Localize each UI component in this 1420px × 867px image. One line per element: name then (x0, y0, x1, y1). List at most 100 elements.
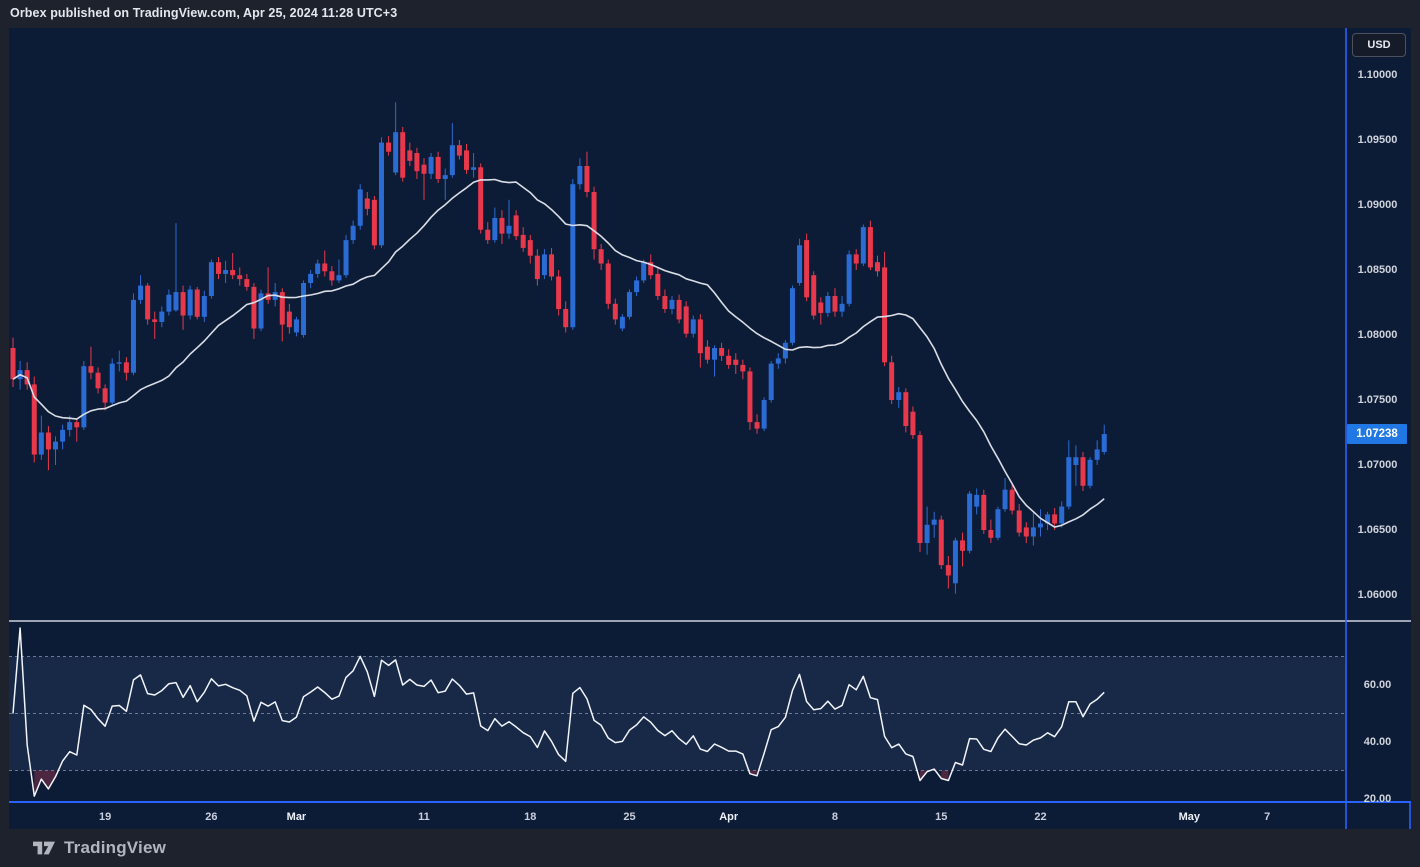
price-tick-label: 1.09500 (1357, 134, 1398, 146)
candle-body (726, 355, 732, 365)
candle-body (123, 362, 129, 373)
candle-body (860, 227, 866, 264)
candle-body (520, 234, 526, 248)
candle-body (1037, 523, 1043, 528)
candle-body (244, 279, 250, 287)
candle-body (407, 150, 413, 161)
candle-body (492, 218, 498, 241)
candle-body (584, 166, 590, 192)
time-month-label: Apr (719, 811, 739, 823)
price-tick-label: 1.08500 (1357, 264, 1398, 276)
candle-body (1023, 527, 1029, 537)
time-day-label: 22 (1034, 811, 1047, 823)
candle-body (1052, 514, 1058, 524)
candle-body (187, 289, 193, 316)
last-price-badge: 1.07238 (1347, 424, 1407, 445)
candle-body (499, 218, 505, 234)
rsi-tick-label: 20.00 (1363, 793, 1392, 805)
candle-body (754, 422, 760, 429)
candle-body (145, 285, 151, 320)
candle-body (563, 309, 569, 328)
candle-body (924, 524, 930, 543)
candle-body (641, 262, 647, 281)
candle-body (449, 145, 455, 176)
candle-body (1080, 457, 1086, 486)
candle-body (541, 254, 547, 276)
candle-body (152, 319, 158, 322)
candle-body (619, 316, 625, 329)
candle-body (513, 215, 519, 237)
candle-body (301, 283, 307, 335)
candle-body (825, 296, 831, 313)
candle-body (789, 288, 795, 343)
candle-body (1030, 527, 1036, 537)
candle-body (938, 519, 944, 566)
time-day-label: 25 (623, 811, 636, 823)
candle-body (208, 262, 214, 296)
candle-body (804, 240, 810, 298)
candle-body (442, 175, 448, 179)
rsi-tick-label: 40.00 (1363, 736, 1392, 748)
candle-body (201, 296, 207, 317)
candle-body (719, 348, 725, 356)
currency-toggle-button[interactable]: USD (1352, 33, 1406, 57)
candle-body (293, 319, 299, 333)
candle-body (67, 422, 73, 430)
candle-body (655, 273, 661, 296)
candle-body (889, 362, 895, 400)
candle-body (428, 156, 434, 174)
candle-body (570, 184, 576, 328)
candle-body (669, 299, 675, 309)
candle-body (995, 509, 1001, 538)
candle-body (952, 540, 958, 584)
candle-body (251, 286, 257, 329)
candle-body (634, 280, 640, 293)
candle-body (421, 164, 427, 174)
candle-body (60, 429, 66, 442)
candle-body (846, 254, 852, 304)
candle-body (967, 493, 973, 551)
candle-body (797, 245, 803, 283)
candle-body (690, 319, 696, 334)
candle-body (336, 275, 342, 281)
candle-body (853, 254, 859, 264)
candle-body (775, 358, 781, 364)
tradingview-branding[interactable]: TradingView (33, 838, 166, 858)
candle-body (350, 225, 356, 241)
candle-body (478, 167, 484, 230)
candle-body (612, 303, 618, 320)
candle-body (945, 565, 951, 576)
candle-body (761, 400, 767, 429)
rsi-tick-label: 60.00 (1363, 679, 1392, 691)
candle-body (130, 299, 136, 373)
candle-body (506, 225, 512, 234)
price-tick-label: 1.06500 (1357, 524, 1398, 536)
candle-body (988, 530, 994, 538)
candle-body (456, 145, 462, 156)
candle-body (1073, 457, 1079, 465)
price-tick-label: 1.07500 (1357, 394, 1398, 406)
candle-body (747, 371, 753, 423)
tradingview-brand-label: TradingView (64, 838, 167, 857)
candle-body (591, 192, 597, 250)
candle-body (322, 263, 328, 272)
chart-window: Orbex published on TradingView.com, Apr … (0, 0, 1420, 867)
time-day-label: 15 (935, 811, 948, 823)
candle-body (74, 422, 80, 428)
candle-body (662, 296, 668, 309)
candle-body (159, 311, 165, 322)
sma-line (12, 178, 1105, 528)
candle-body (974, 494, 980, 507)
candle-body (867, 227, 873, 268)
time-day-label: 26 (205, 811, 218, 823)
candle-body (393, 132, 399, 173)
candle-body (194, 289, 200, 317)
candle-body (435, 156, 441, 179)
candle-body (329, 271, 335, 281)
candle-body (357, 189, 363, 226)
price-tick-label: 1.09000 (1357, 199, 1398, 211)
candle-body (683, 306, 689, 334)
price-tick-label: 1.08000 (1357, 329, 1398, 341)
candle-body (45, 432, 51, 450)
candle-body (577, 166, 583, 185)
